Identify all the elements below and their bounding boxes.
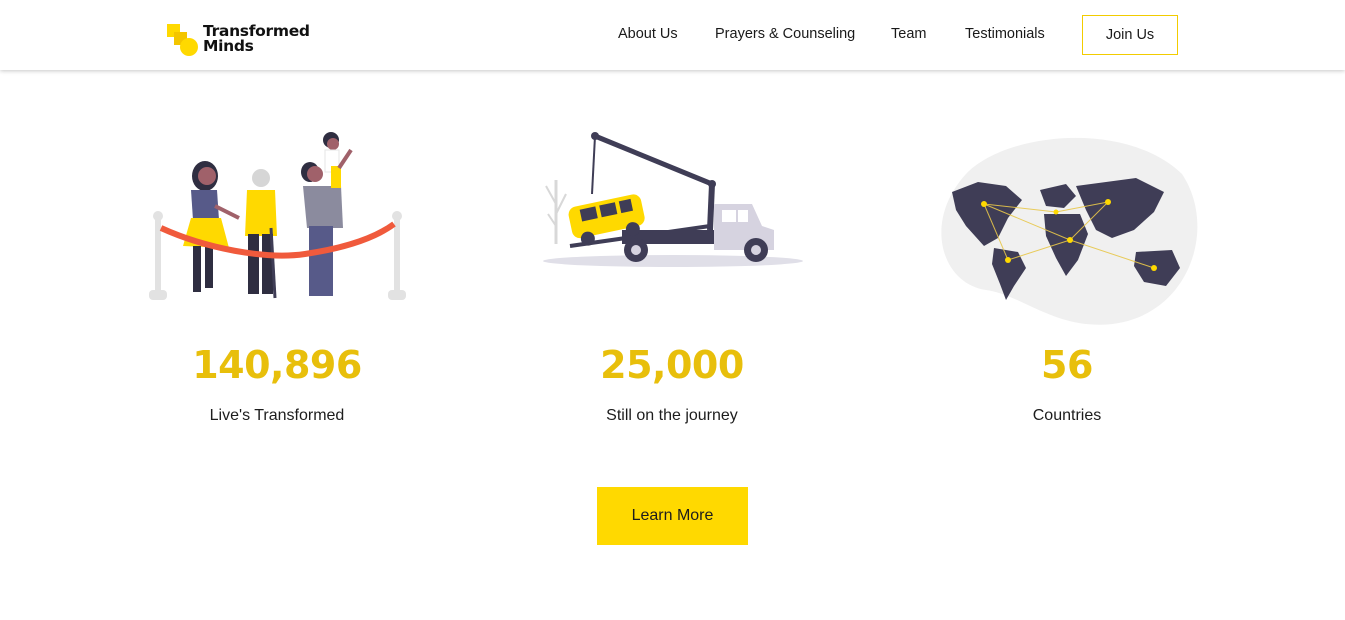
tow-truck-illustration [540,130,806,275]
nav-team[interactable]: Team [891,26,926,42]
stat-value-still-on-journey: 25,000 [600,343,744,387]
logo-text: Transformed Minds [203,23,310,55]
world-map-illustration [936,134,1198,333]
nav-testimonials[interactable]: Testimonials [965,26,1045,42]
stat-value-lives-transformed: 140,896 [192,343,362,387]
stat-value-countries: 56 [1041,343,1093,387]
logo[interactable]: Transformed Minds [166,22,310,58]
stat-label-countries: Countries [1032,407,1102,424]
nav-prayers-counseling[interactable]: Prayers & Counseling [715,26,855,42]
nav-about-us[interactable]: About Us [618,26,678,42]
logo-icon [166,22,200,58]
join-us-button[interactable]: Join Us [1082,15,1178,55]
learn-more-button[interactable]: Learn More [597,487,748,545]
navbar: Transformed Minds About Us Prayers & Cou… [0,0,1345,70]
ribbon-cutting-family-illustration [145,128,413,315]
stat-label-still-on-journey: Still on the journey [606,407,738,424]
stat-label-lives-transformed: Live's Transformed [209,407,345,424]
logo-line-2: Minds [203,37,254,55]
